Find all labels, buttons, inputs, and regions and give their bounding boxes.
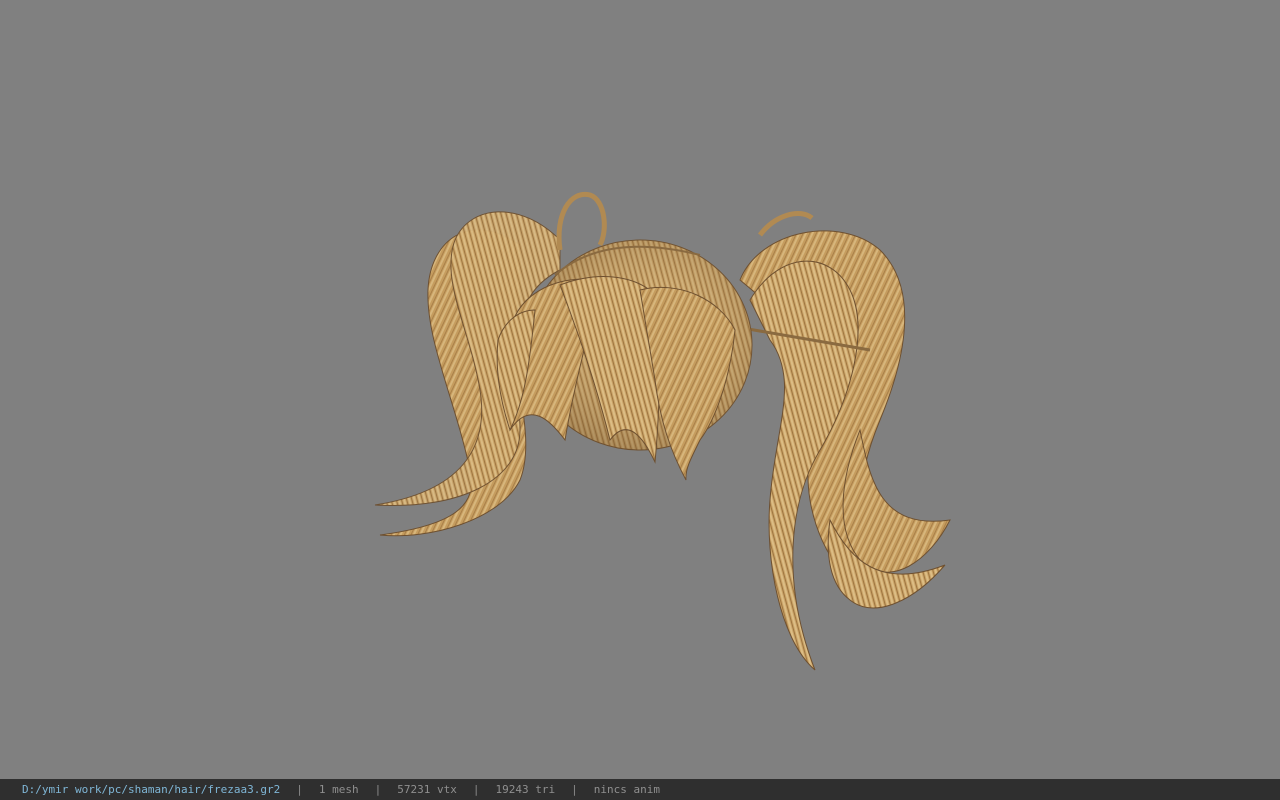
3d-viewport[interactable]: [0, 0, 1280, 779]
status-bar: D:/ymir work/pc/shaman/hair/frezaa3.gr2 …: [0, 779, 1280, 800]
right-ponytail: [724, 211, 951, 671]
status-separator: |: [472, 783, 480, 796]
status-separator: |: [571, 783, 578, 796]
mesh-count-label: 1 mesh: [318, 783, 359, 796]
triangle-count-label: 19243 tri: [495, 783, 556, 796]
hair-bangs: [496, 276, 736, 481]
status-separator: |: [296, 783, 303, 796]
animation-status-label: nincs anim: [593, 783, 660, 796]
vertex-count-label: 57231 vtx: [397, 783, 457, 796]
hair-model-render: [374, 191, 951, 671]
file-path-label: D:/ymir work/pc/shaman/hair/frezaa3.gr2: [22, 783, 281, 796]
status-separator: |: [374, 783, 382, 796]
